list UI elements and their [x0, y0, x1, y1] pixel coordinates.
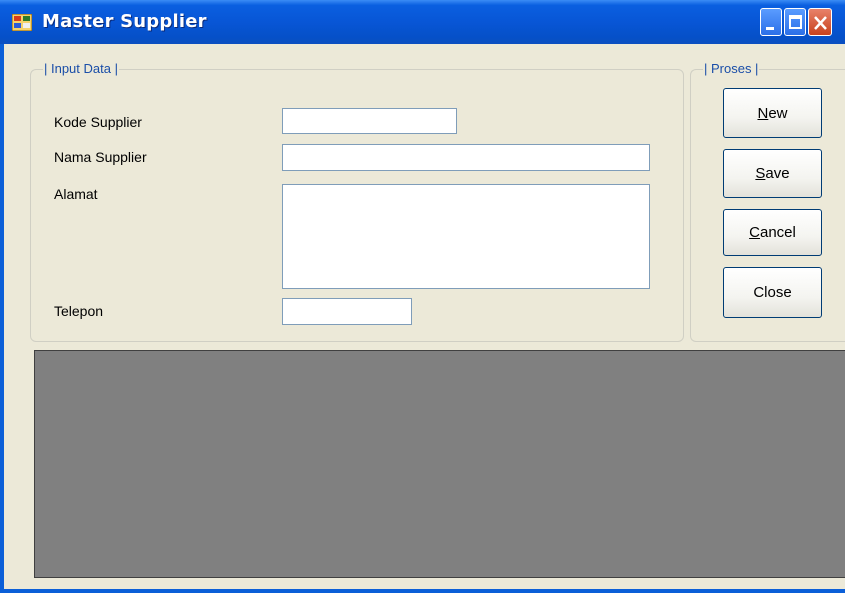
new-button[interactable]: New: [723, 88, 822, 138]
title-bar[interactable]: Master Supplier: [0, 0, 845, 44]
telepon-input[interactable]: [282, 298, 412, 325]
nama-supplier-label: Nama Supplier: [54, 149, 147, 165]
alamat-label: Alamat: [54, 186, 98, 202]
kode-supplier-label: Kode Supplier: [54, 114, 142, 130]
cancel-mnemonic: C: [749, 224, 760, 241]
supplier-data-grid[interactable]: [34, 350, 845, 578]
master-supplier-window: Master Supplier | Input Data | Kode Supp…: [0, 0, 845, 593]
cancel-label-rest: ancel: [759, 224, 796, 241]
form-app-icon: [11, 13, 33, 32]
input-data-legend: | Input Data |: [43, 61, 119, 76]
close-icon: [814, 16, 827, 30]
telepon-label: Telepon: [54, 303, 104, 319]
close-label: Close: [753, 284, 792, 301]
minimize-button[interactable]: [760, 8, 782, 36]
window-title: Master Supplier: [42, 11, 207, 32]
maximize-button[interactable]: [784, 8, 806, 36]
close-window-button[interactable]: [808, 8, 832, 36]
close-button[interactable]: Close: [723, 267, 822, 318]
nama-supplier-input[interactable]: [282, 144, 650, 171]
save-label-rest: ave: [765, 165, 790, 182]
save-button[interactable]: Save: [723, 149, 822, 198]
new-label-rest: ew: [768, 104, 788, 122]
new-mnemonic: N: [757, 104, 769, 122]
kode-supplier-input[interactable]: [282, 108, 457, 134]
save-mnemonic: S: [755, 165, 766, 182]
cancel-button[interactable]: Cancel: [723, 209, 822, 256]
maximize-icon: [789, 15, 802, 29]
alamat-textarea[interactable]: [282, 184, 650, 289]
minimize-icon: [766, 27, 774, 30]
proses-legend: | Proses |: [703, 61, 760, 76]
